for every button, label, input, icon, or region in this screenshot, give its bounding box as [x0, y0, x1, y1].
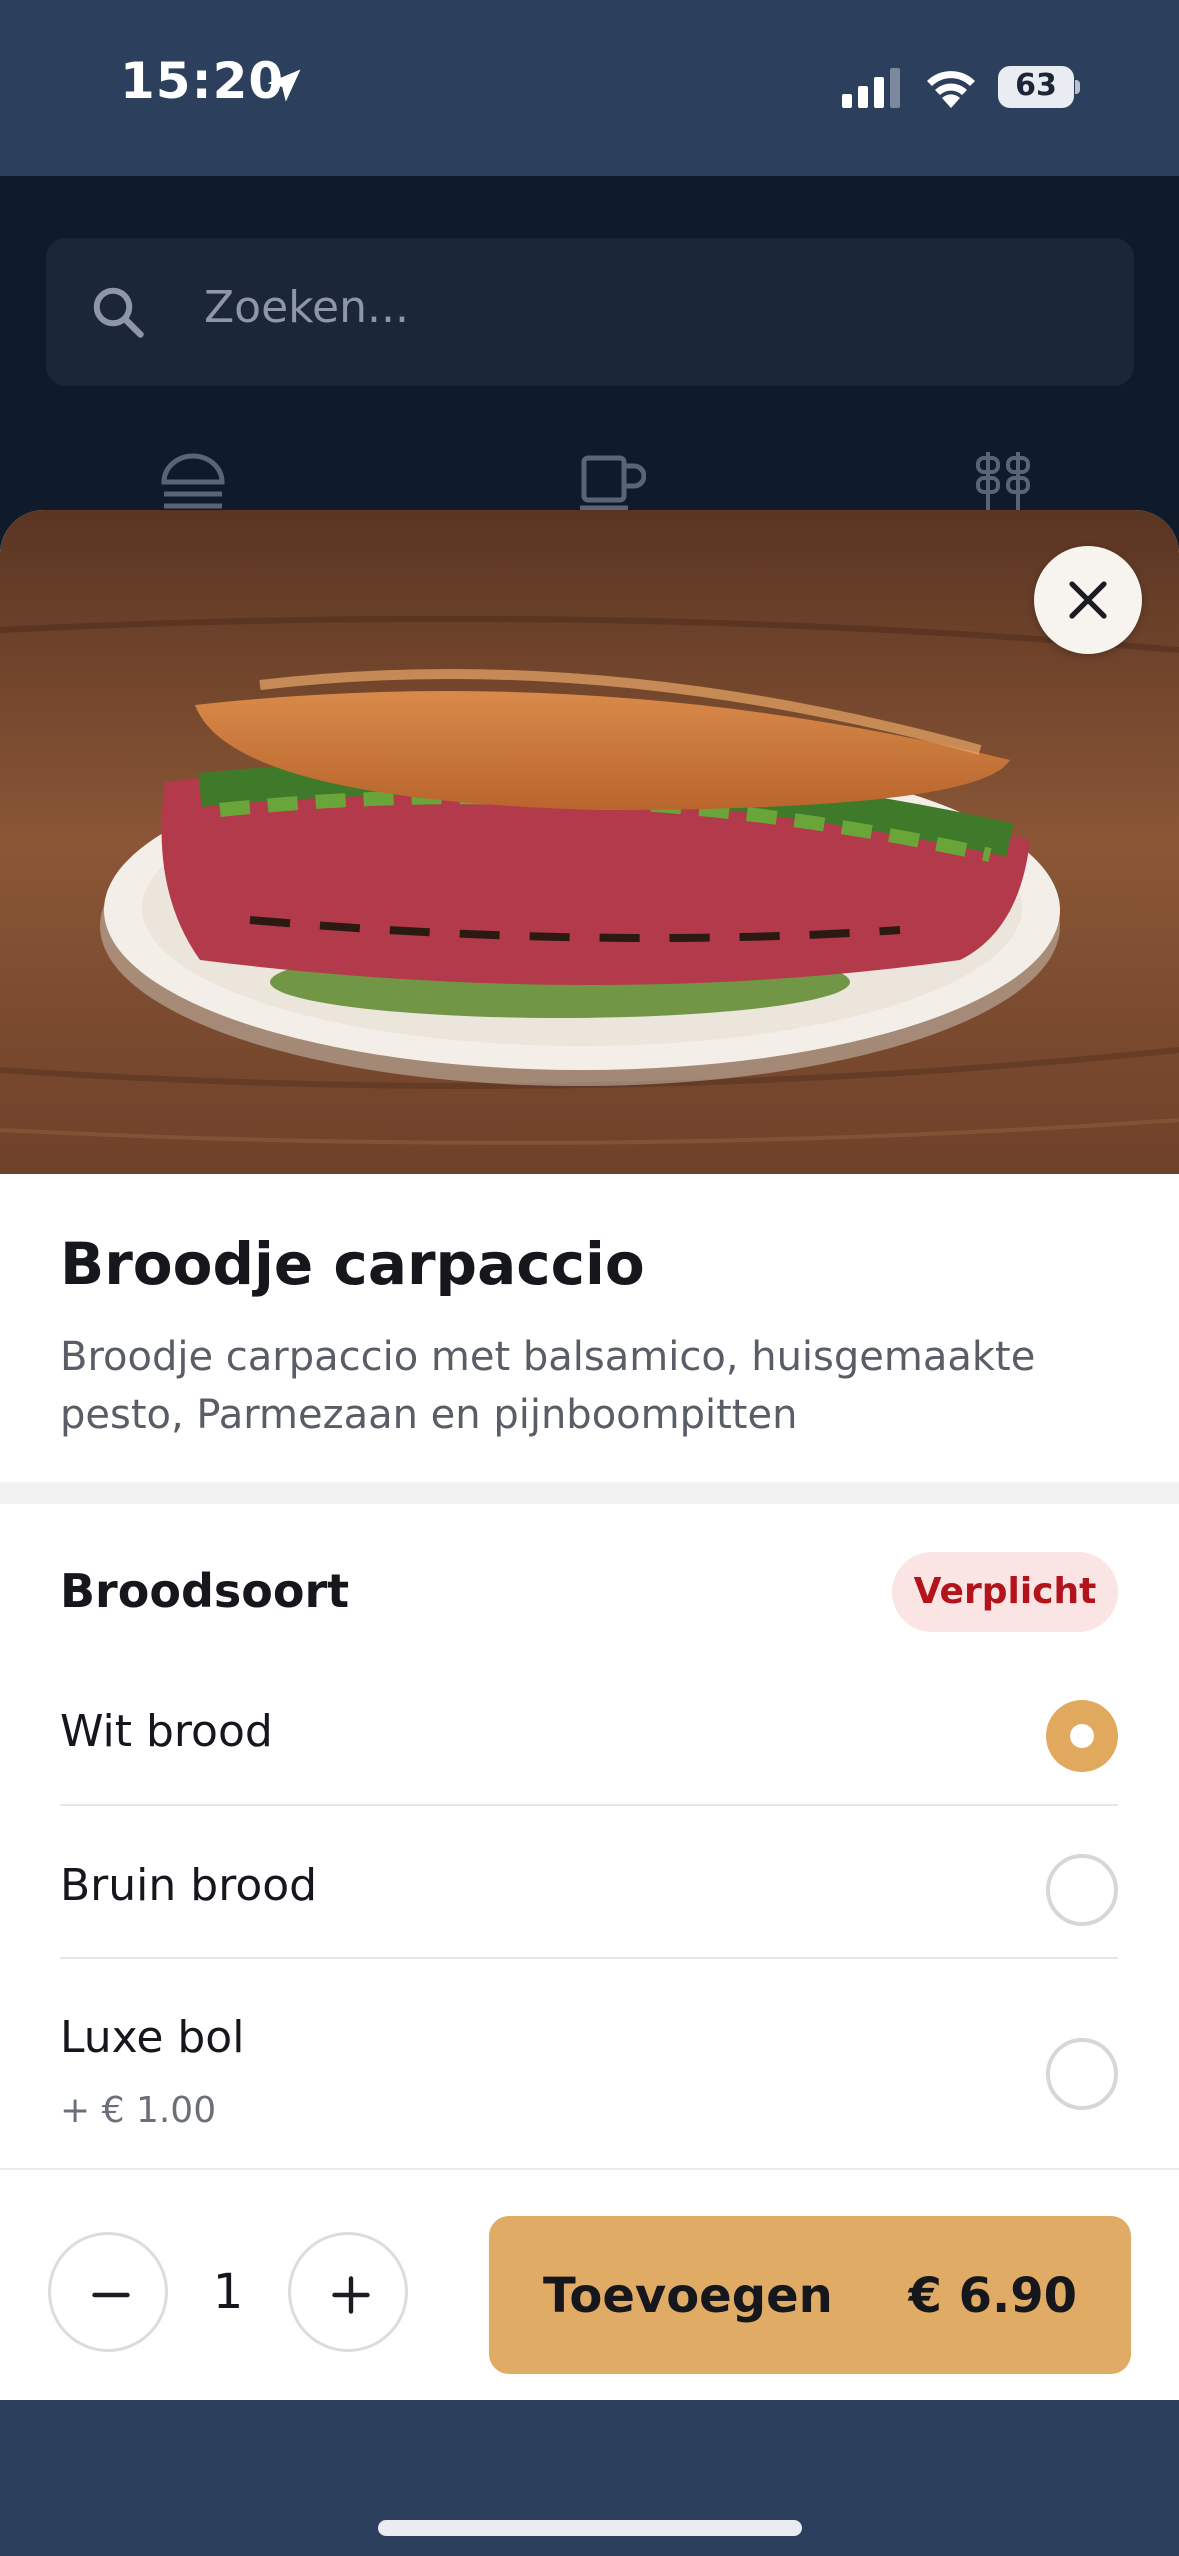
minus-icon	[92, 2292, 130, 2298]
wifi-icon	[927, 71, 975, 108]
burger-icon[interactable]	[158, 452, 228, 512]
status-time: 15:20	[120, 52, 285, 110]
coffee-cup-icon[interactable]	[576, 452, 646, 512]
radio-unselected[interactable]	[1046, 1854, 1118, 1926]
option-group-title: Broodsoort	[60, 1564, 350, 1618]
option-surcharge: + € 1.00	[60, 2090, 217, 2131]
status-bar: 15:20 63	[0, 0, 1179, 176]
decrease-quantity-button[interactable]	[48, 2232, 168, 2352]
add-button-label: Toevoegen	[543, 2268, 833, 2324]
increase-quantity-button[interactable]	[288, 2232, 408, 2352]
option-divider	[60, 1804, 1118, 1806]
product-description: Broodje carpaccio met balsamico, huisgem…	[60, 1334, 1036, 1438]
required-badge: Verplicht	[892, 1552, 1118, 1632]
browser-bottom-bar	[0, 2400, 1179, 2556]
order-footer: 1 Toevoegen € 6.90	[0, 2168, 1179, 2400]
radio-selected[interactable]	[1046, 1700, 1118, 1772]
close-button[interactable]	[1034, 546, 1142, 654]
option-label: Bruin brood	[60, 1860, 318, 1911]
quantity-value: 1	[212, 2264, 244, 2320]
product-title: Broodje carpaccio	[60, 1230, 645, 1298]
skewer-icon[interactable]	[968, 452, 1038, 512]
option-label: Wit brood	[60, 1706, 273, 1757]
battery-icon: 63	[998, 66, 1080, 108]
sandwich-photo	[0, 510, 1179, 1174]
cellular-signal-icon	[842, 68, 900, 108]
option-bruin-brood[interactable]: Bruin brood	[60, 1840, 1118, 1940]
option-divider	[60, 1957, 1118, 1959]
search-input[interactable]: Zoeken...	[204, 282, 409, 333]
radio-unselected[interactable]	[1046, 2038, 1118, 2110]
url-text[interactable]	[0, 2438, 1179, 2476]
battery-level: 63	[1015, 68, 1057, 103]
option-label: Luxe bol	[60, 2012, 245, 2063]
plus-icon	[332, 2276, 370, 2314]
close-icon	[1069, 581, 1107, 619]
search-bar[interactable]: Zoeken...	[46, 238, 1134, 386]
option-luxe-bol[interactable]: Luxe bol + € 1.00	[60, 1992, 1118, 2142]
section-divider	[0, 1482, 1179, 1504]
home-indicator[interactable]	[378, 2520, 802, 2536]
search-icon	[93, 287, 144, 338]
product-sheet: Broodje carpaccio Broodje carpaccio met …	[0, 510, 1179, 2400]
option-wit-brood[interactable]: Wit brood	[60, 1686, 1118, 1786]
location-arrow-icon	[267, 69, 301, 102]
add-button-price: € 6.90	[908, 2268, 1077, 2324]
add-to-cart-button[interactable]: Toevoegen € 6.90	[489, 2216, 1131, 2374]
